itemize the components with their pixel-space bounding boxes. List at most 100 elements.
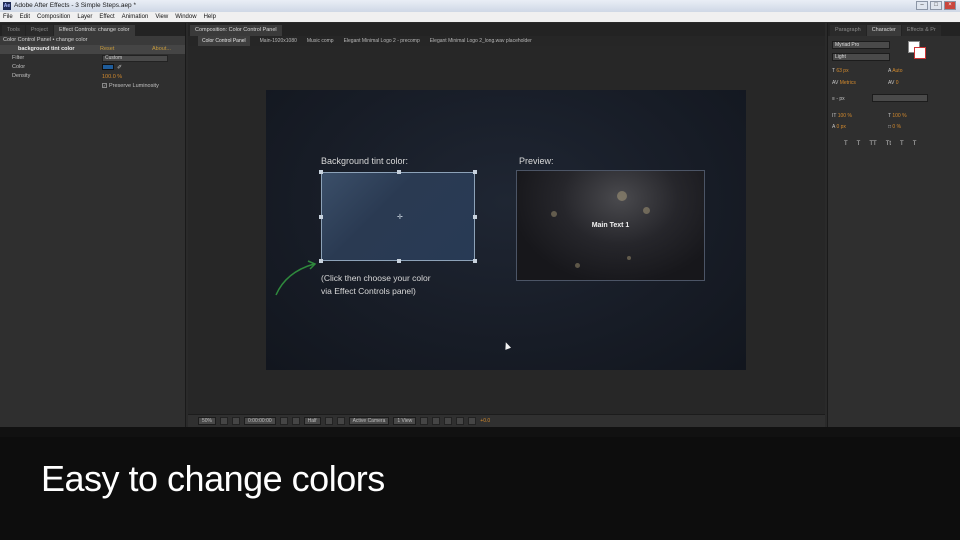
layer-handle[interactable]	[473, 215, 477, 219]
tint-color-layer[interactable]: ✛	[319, 170, 477, 263]
vertical-scale-row: IT 100 %	[832, 113, 852, 119]
tab-tools[interactable]: Tools	[2, 25, 25, 36]
menu-view[interactable]: View	[155, 12, 168, 22]
transparency-grid-icon[interactable]	[336, 417, 345, 425]
menu-edit[interactable]: Edit	[20, 12, 30, 22]
baseline-shift-value[interactable]: 0 px	[836, 124, 845, 130]
toggle-pixel-icon[interactable]	[420, 417, 429, 425]
font-size-value[interactable]: 63 px	[836, 68, 848, 74]
menu-effect[interactable]: Effect	[99, 12, 114, 22]
menu-window[interactable]: Window	[175, 12, 196, 22]
preview-window: Main Text 1	[516, 170, 705, 281]
kerning-value[interactable]: Metrics	[840, 80, 856, 86]
exposure-icon[interactable]	[468, 417, 477, 425]
fast-preview-icon[interactable]	[432, 417, 441, 425]
tab-effects-presets[interactable]: Effects & Pr	[901, 25, 941, 36]
flowchart-icon[interactable]	[456, 417, 465, 425]
menu-file[interactable]: File	[3, 12, 13, 22]
font-style-dropdown[interactable]: Light	[832, 53, 890, 61]
anchor-point-icon[interactable]: ✛	[397, 214, 403, 221]
preserve-checkbox[interactable]: ✓	[102, 83, 107, 89]
bokeh-particle	[551, 211, 557, 217]
stroke-color-swatch[interactable]	[914, 47, 926, 59]
faux-italic-button[interactable]: T	[857, 141, 861, 147]
font-size-icon: T	[832, 68, 835, 74]
subscript-button[interactable]: T	[913, 141, 917, 147]
layer-handle[interactable]	[397, 259, 401, 263]
zoom-dropdown[interactable]: 50%	[198, 417, 217, 425]
resolution-dropdown[interactable]: Half	[303, 417, 321, 425]
channel-icon[interactable]	[291, 417, 300, 425]
effect-controls-layer-path: Color Control Panel • change color	[0, 36, 185, 45]
breadcrumb-item[interactable]: Color Control Panel	[198, 36, 250, 46]
leading-value[interactable]: Auto	[892, 68, 902, 74]
maximize-icon[interactable]: □	[930, 1, 942, 10]
region-icon[interactable]	[324, 417, 333, 425]
breadcrumb-item[interactable]: Elegant Minimal Logo 2_long.wav placehol…	[430, 36, 532, 46]
arrow-icon	[275, 260, 317, 296]
effect-name: background tint color	[18, 46, 75, 52]
density-label: Density	[12, 73, 31, 79]
preview-label: Preview:	[519, 156, 554, 166]
tab-composition[interactable]: Composition: Color Control Panel	[190, 25, 282, 36]
preserve-label: Preserve Luminosity	[109, 83, 159, 89]
snapshot-icon[interactable]	[232, 417, 241, 425]
horizontal-scale-value[interactable]: 100 %	[892, 113, 906, 119]
view-layout-dropdown[interactable]: 1 View	[393, 417, 417, 425]
camera-view-dropdown[interactable]: Active Camera	[348, 417, 390, 425]
breadcrumb-item[interactable]: Main-1920x1080	[260, 36, 297, 46]
menu-help[interactable]: Help	[204, 12, 216, 22]
all-caps-button[interactable]: TT	[869, 141, 876, 147]
faux-bold-button[interactable]: T	[844, 141, 848, 147]
filter-value: Custom	[105, 55, 123, 61]
comp-panel-tabs: Composition: Color Control Panel	[188, 23, 825, 36]
vertical-scale-value[interactable]: 100 %	[838, 113, 852, 119]
vertical-scale-icon: IT	[832, 113, 837, 119]
timecode-field[interactable]: 0:00:00:00	[244, 417, 276, 425]
stroke-style-dropdown[interactable]	[872, 94, 928, 102]
safe-zones-icon[interactable]	[220, 417, 229, 425]
about-link[interactable]: About...	[152, 45, 171, 54]
stroke-width-value[interactable]: - px	[836, 96, 844, 102]
filter-dropdown[interactable]: Custom	[102, 55, 168, 62]
reset-link[interactable]: Reset	[100, 46, 114, 52]
layer-handle[interactable]	[473, 170, 477, 174]
comp-viewer[interactable]: Background tint color: Preview: ✛ Main T…	[188, 46, 825, 414]
tab-paragraph[interactable]: Paragraph	[830, 25, 866, 36]
comp-canvas[interactable]: Background tint color: Preview: ✛ Main T…	[266, 90, 746, 370]
superscript-button[interactable]: T	[900, 141, 904, 147]
effect-controls-panel: Tools Project Effect Controls: change co…	[0, 23, 186, 427]
horizontal-scale-icon: T	[888, 113, 891, 119]
close-icon[interactable]: ×	[944, 1, 956, 10]
layer-handle[interactable]	[319, 170, 323, 174]
breadcrumb-item[interactable]: Music comp	[307, 36, 334, 46]
tsume-value[interactable]: 0 %	[892, 124, 901, 130]
tracking-value[interactable]: 0	[896, 80, 899, 86]
menu-animation[interactable]: Animation	[122, 12, 149, 22]
timeline-icon[interactable]	[444, 417, 453, 425]
baseline-shift-icon: A	[832, 124, 836, 130]
font-family-dropdown[interactable]: Myriad Pro	[832, 41, 890, 49]
preserve-luminosity[interactable]: ✓ Preserve Luminosity	[102, 82, 159, 91]
menu-bar: File Edit Composition Layer Effect Anima…	[0, 12, 960, 22]
color-swatch[interactable]	[102, 64, 114, 70]
minimize-icon[interactable]: –	[916, 1, 928, 10]
right-panel-tabs: Paragraph Character Effects & Pr	[828, 23, 960, 36]
tab-character[interactable]: Character	[866, 25, 901, 36]
camera-icon[interactable]	[279, 417, 288, 425]
horizontal-scale-row: T 100 %	[888, 113, 907, 119]
exposure-value[interactable]: +0.0	[480, 418, 490, 424]
menu-layer[interactable]: Layer	[77, 12, 92, 22]
comp-breadcrumbs: Color Control Panel Main-1920x1080 Music…	[188, 36, 825, 46]
small-caps-button[interactable]: Tt	[886, 141, 891, 147]
bokeh-particle	[627, 256, 631, 260]
menu-composition[interactable]: Composition	[37, 12, 70, 22]
layer-handle[interactable]	[473, 259, 477, 263]
effect-header[interactable]: background tint color Reset About...	[0, 45, 185, 54]
tab-effect-controls[interactable]: Effect Controls: change color	[53, 25, 135, 36]
breadcrumb-item[interactable]: Elegant Minimal Logo 2 - precomp	[344, 36, 420, 46]
layer-handle[interactable]	[397, 170, 401, 174]
tab-project[interactable]: Project	[25, 25, 53, 36]
layer-handle[interactable]	[319, 215, 323, 219]
preview-main-text: Main Text 1	[591, 222, 630, 229]
